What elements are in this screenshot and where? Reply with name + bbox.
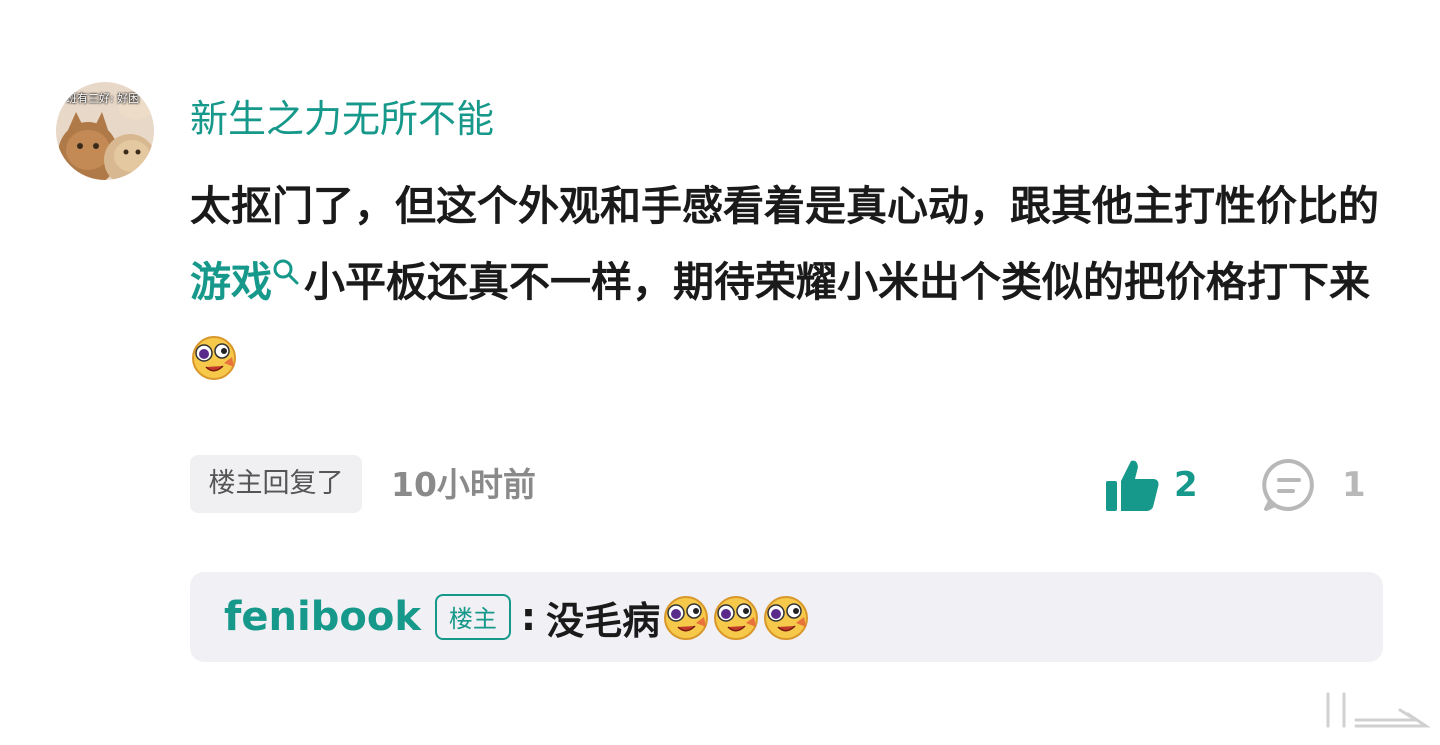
- reply-separator: :: [520, 595, 537, 639]
- silly-face-emoji-icon: [712, 593, 760, 641]
- watermark-logo: [1326, 692, 1430, 728]
- op-tag: 楼主: [434, 594, 511, 640]
- silly-face-emoji-icon: [662, 593, 710, 641]
- reply-line: fenibook 楼主 : 没毛病: [224, 572, 810, 662]
- reply-box[interactable]: fenibook 楼主 : 没毛病: [190, 572, 1383, 662]
- comment-count: 1: [1342, 465, 1366, 505]
- user-avatar[interactable]: 班有三好: 好困: [56, 82, 154, 180]
- op-replied-badge[interactable]: 楼主回复了: [190, 455, 362, 513]
- like-button[interactable]: 2: [1104, 456, 1198, 514]
- reply-author[interactable]: fenibook: [224, 594, 421, 640]
- comment-text-part-2: 小平板还真不一样，期待荣耀小米出个类似的把价格打下来: [304, 258, 1370, 306]
- timestamp: 10小时前: [391, 465, 536, 504]
- avatar-caption: 班有三好: 好困: [66, 92, 140, 105]
- username[interactable]: 新生之力无所不能: [190, 94, 494, 144]
- search-link[interactable]: 游戏: [190, 258, 304, 306]
- comment-text: 太抠门了，但这个外观和手感看着是真心动，跟其他主打性价比的游戏 小平板还真不一样，…: [190, 168, 1390, 396]
- comment-text-part-1: 太抠门了，但这个外观和手感看着是真心动，跟其他主打性价比的: [190, 182, 1379, 230]
- like-count: 2: [1174, 465, 1198, 505]
- silly-face-emoji-icon: [762, 593, 810, 641]
- silly-face-emoji-icon: [190, 333, 238, 381]
- thumbs-up-icon[interactable]: [1104, 457, 1160, 513]
- comment-bubble-icon[interactable]: [1262, 458, 1316, 512]
- search-link-label[interactable]: 游戏: [190, 258, 272, 306]
- search-icon[interactable]: [272, 258, 300, 286]
- comment-button[interactable]: 1: [1262, 456, 1366, 514]
- reply-text: 没毛病: [546, 598, 661, 643]
